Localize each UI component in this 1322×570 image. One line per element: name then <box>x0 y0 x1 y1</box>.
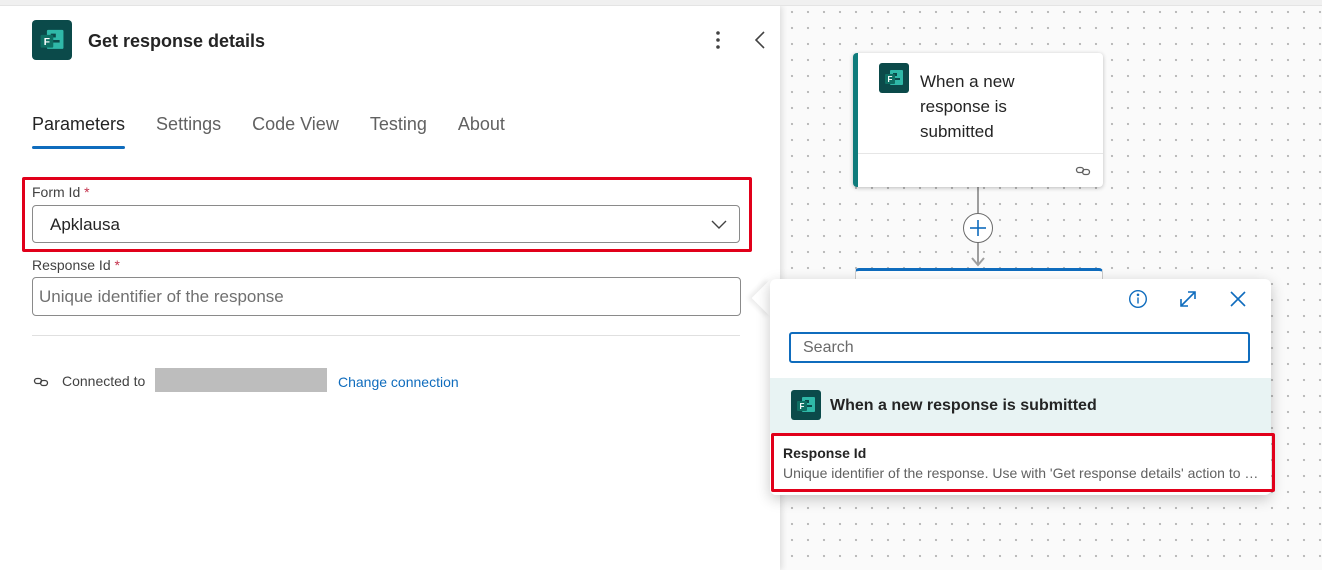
chevron-down-icon <box>711 220 727 229</box>
form-id-value: Apklausa <box>50 215 120 234</box>
response-id-label-text: Response Id <box>32 257 111 273</box>
expand-button[interactable] <box>1177 288 1199 310</box>
close-button[interactable] <box>1227 288 1249 310</box>
tab-about[interactable]: About <box>458 114 505 150</box>
section-title: When a new response is submitted <box>830 397 1097 414</box>
link-icon <box>33 377 49 387</box>
action-details-panel: F Get response details Parameters Settin… <box>0 6 780 570</box>
svg-text:F: F <box>888 75 893 84</box>
change-connection-link[interactable]: Change connection <box>338 374 459 390</box>
more-vertical-icon <box>716 31 720 49</box>
forms-app-icon: F <box>32 20 72 60</box>
trigger-card-title: When a new response is submitted <box>920 72 1015 141</box>
form-id-dropdown[interactable]: Apklausa <box>32 205 740 243</box>
expand-icon <box>1180 291 1196 307</box>
tab-testing[interactable]: Testing <box>370 114 427 150</box>
info-button[interactable] <box>1127 288 1149 310</box>
close-icon <box>1230 291 1246 307</box>
dynamic-content-search-input[interactable] <box>789 332 1250 363</box>
tab-code-view[interactable]: Code View <box>252 114 339 150</box>
forms-app-icon: F <box>879 63 909 93</box>
panel-title: Get response details <box>88 31 266 51</box>
link-icon <box>1075 163 1091 184</box>
insert-step-button[interactable] <box>963 213 993 243</box>
connected-to-label: Connected to <box>62 373 146 389</box>
required-mark: * <box>114 257 120 273</box>
svg-text:F: F <box>800 402 805 411</box>
section-divider <box>32 335 740 336</box>
response-id-label: Response Id * <box>32 257 120 273</box>
form-id-label-text: Form Id <box>32 184 81 200</box>
card-divider <box>858 153 1103 154</box>
tab-settings[interactable]: Settings <box>156 114 221 150</box>
form-id-label: Form Id * <box>32 184 90 200</box>
forms-app-icon: F <box>791 390 821 420</box>
panel-tabs: Parameters Settings Code View Testing Ab… <box>32 114 536 150</box>
arrow-down-icon <box>971 257 985 267</box>
required-mark: * <box>84 184 90 200</box>
trigger-card[interactable]: F When a new response is submitted <box>853 53 1103 187</box>
tab-parameters[interactable]: Parameters <box>32 114 126 150</box>
svg-text:F: F <box>44 37 50 48</box>
collapse-panel-button[interactable] <box>748 26 772 54</box>
more-options-button[interactable] <box>706 26 730 54</box>
trigger-outputs-section[interactable]: F When a new response is submitted <box>770 378 1271 433</box>
info-icon <box>1128 289 1148 309</box>
plus-icon <box>970 220 986 236</box>
redacted-connection-name <box>155 368 327 392</box>
response-id-input[interactable] <box>32 277 741 316</box>
response-id-token-highlight <box>771 433 1275 492</box>
top-edge <box>0 0 1322 6</box>
chevron-left-icon <box>755 31 765 49</box>
